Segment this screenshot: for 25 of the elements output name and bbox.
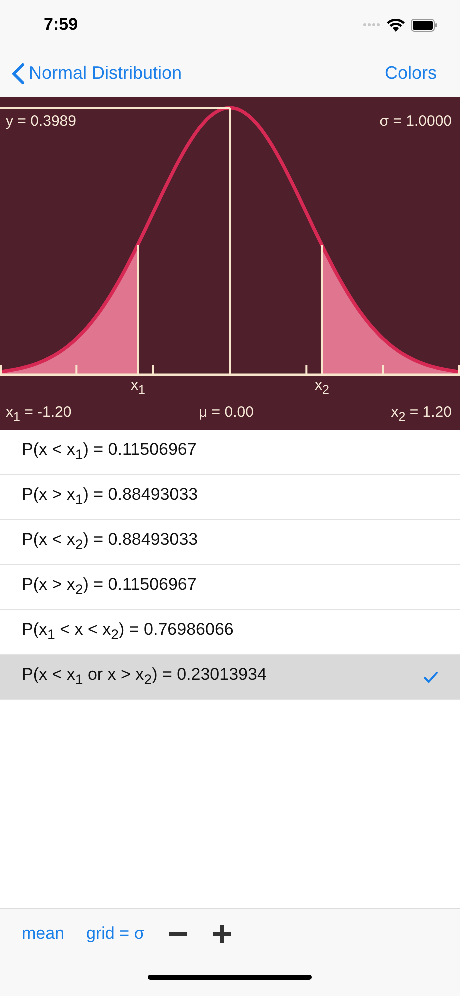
chevron-left-icon xyxy=(12,62,25,84)
mean-button[interactable]: mean xyxy=(22,924,65,944)
sigma-label: σ = 1.0000 xyxy=(380,113,452,130)
signal-icon xyxy=(363,23,381,27)
probability-text: P(x > x$_{1}$) = 0.88493033 xyxy=(22,485,198,509)
battery-icon xyxy=(411,18,438,32)
colors-link[interactable]: Colors xyxy=(384,63,437,84)
probability-text: P(x < x$_{1}$) = 0.11506967 xyxy=(22,440,197,464)
back-button[interactable]: Normal Distribution xyxy=(12,62,182,84)
status-time: 7:59 xyxy=(44,15,78,35)
x1-label: x$_{1}$ = -1.20 xyxy=(6,404,72,424)
probability-text: P(x$_{1}$ < x < x$_{2}$) = 0.76986066 xyxy=(22,620,234,644)
probability-text: P(x < x$_{2}$) = 0.88493033 xyxy=(22,530,198,554)
mean-label: μ = 0.00 xyxy=(199,404,254,421)
probability-text: P(x < x$_{1}$ or x > x$_{2}$) = 0.23013934 xyxy=(22,665,267,689)
peak-label: y = 0.3989 xyxy=(6,113,76,130)
probability-text: P(x > x$_{2}$) = 0.11506967 xyxy=(22,575,197,599)
grid-button[interactable]: grid = σ xyxy=(86,924,145,944)
wifi-icon xyxy=(387,18,405,32)
x1-marker: x$_{1}$ xyxy=(131,377,146,397)
x2-marker: x$_{2}$ xyxy=(315,377,330,397)
plus-icon[interactable] xyxy=(210,923,233,945)
result-row[interactable]: P(x < x$_{1}$ or x > x$_{2}$) = 0.23013934 xyxy=(0,655,460,700)
checkmark-icon xyxy=(424,672,438,682)
x2-label: x$_{2}$ = 1.20 xyxy=(391,404,452,424)
